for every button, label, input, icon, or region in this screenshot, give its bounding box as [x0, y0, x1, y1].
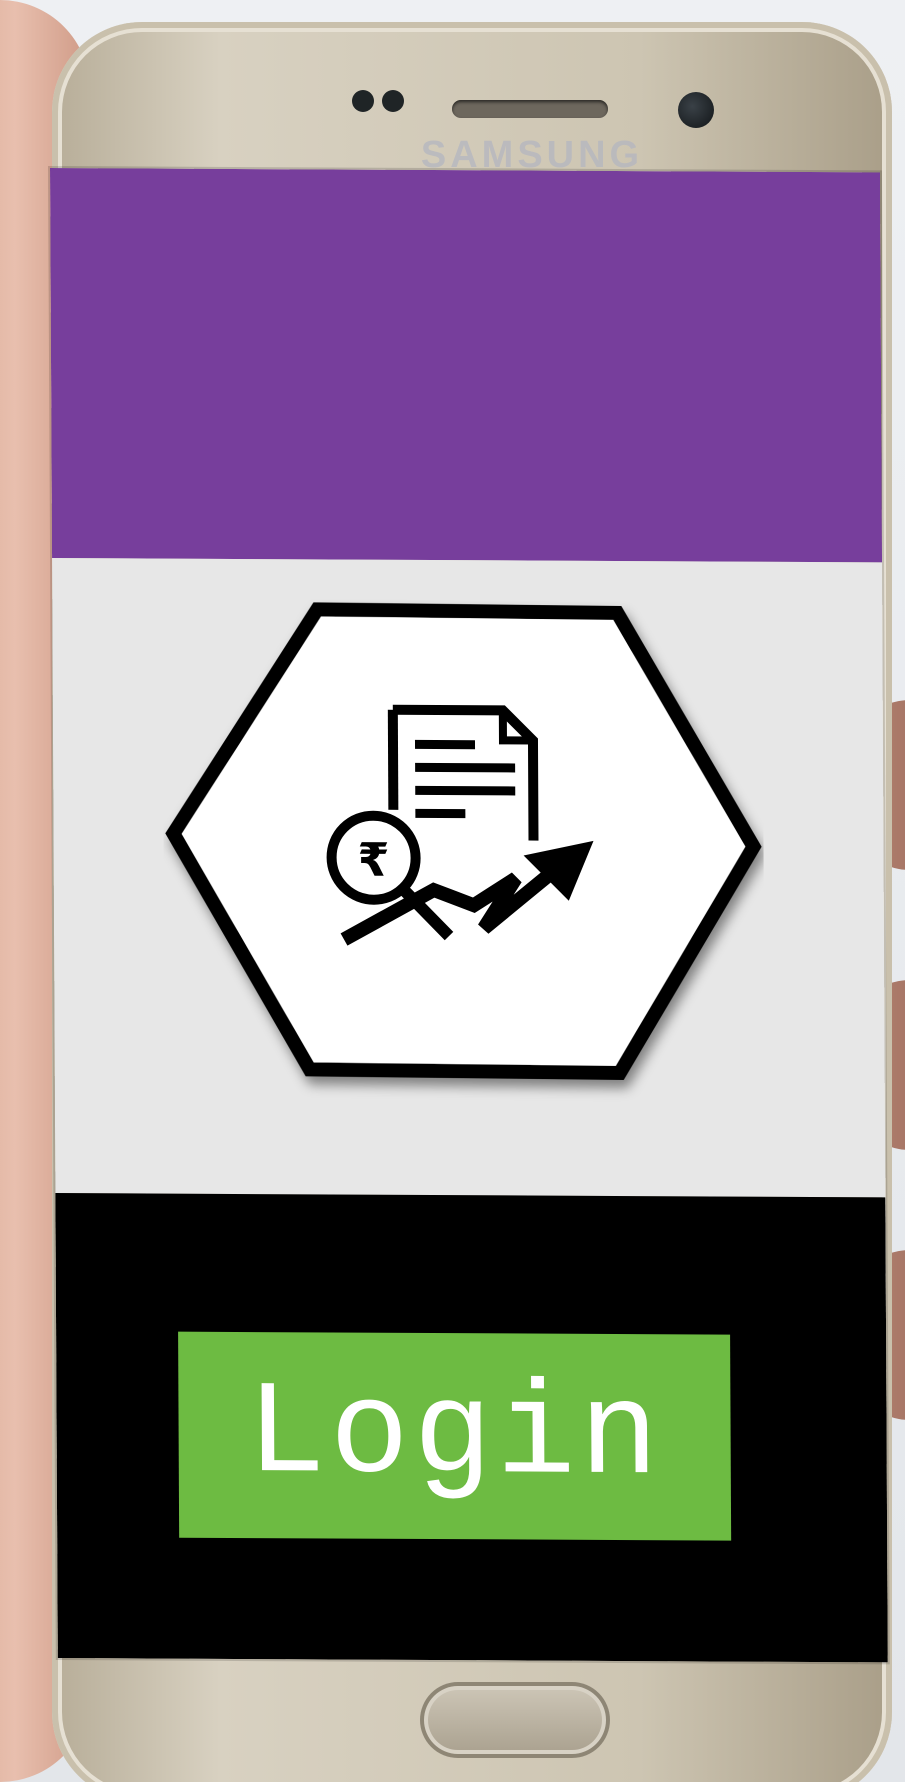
- home-button[interactable]: [420, 1682, 610, 1758]
- login-button-label: Login: [246, 1360, 664, 1513]
- logo-section: ₹: [52, 558, 886, 1198]
- app-screen: ₹ Login: [50, 168, 888, 1663]
- photo-scene: SAMSUNG ₹ Login: [0, 0, 905, 1782]
- front-camera: [678, 92, 714, 128]
- hexagon-frame: [165, 602, 762, 1081]
- footer-section: Login: [55, 1193, 888, 1663]
- header-bar: [50, 168, 883, 563]
- app-logo: ₹: [162, 599, 765, 1122]
- sensor-dots: [352, 90, 404, 112]
- rupee-symbol: ₹: [357, 833, 389, 887]
- login-button[interactable]: Login: [178, 1331, 732, 1541]
- earpiece-speaker: [452, 100, 608, 118]
